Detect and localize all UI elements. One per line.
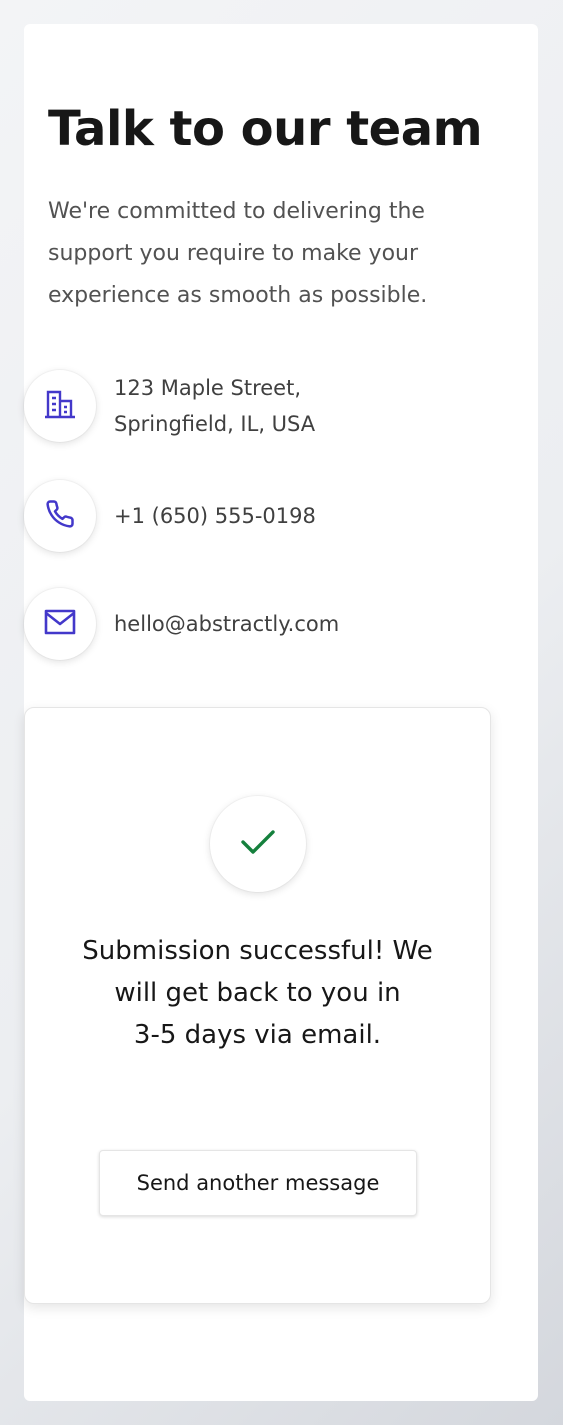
contact-email[interactable]: hello@abstractly.com (114, 606, 339, 642)
check-icon-circle (210, 796, 306, 892)
mail-icon (44, 609, 76, 639)
phone-icon-circle (24, 480, 96, 552)
contact-address: 123 Maple Street, Springfield, IL, USA (114, 376, 316, 436)
building-icon (43, 389, 77, 423)
send-another-message-button[interactable]: Send another message (99, 1150, 417, 1216)
success-message: Submission successful! We will get back … (82, 936, 433, 1050)
page-subtitle: We're committed to delivering the suppor… (48, 199, 428, 308)
contact-item-address: 123 Maple Street, Springfield, IL, USA (24, 370, 315, 442)
phone-icon (45, 499, 75, 533)
success-card: Submission successful! We will get back … (24, 707, 491, 1304)
mail-icon-circle (24, 588, 96, 660)
contact-phone[interactable]: +1 (650) 555-0198 (114, 498, 316, 534)
check-icon (240, 828, 276, 860)
contact-item-phone: +1 (650) 555-0198 (24, 480, 316, 552)
contact-item-email: hello@abstractly.com (24, 588, 339, 660)
page-title: Talk to our team (48, 101, 483, 157)
building-icon-circle (24, 370, 96, 442)
